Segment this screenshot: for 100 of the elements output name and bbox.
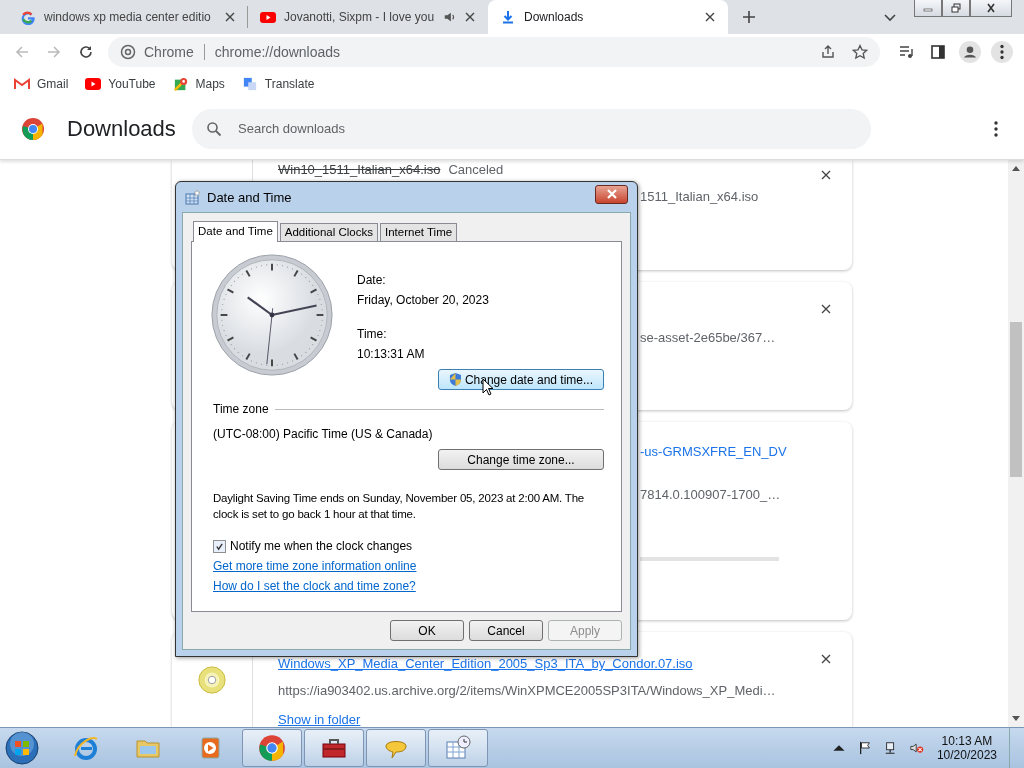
close-button[interactable] <box>595 184 628 204</box>
map-pin-icon <box>172 77 189 91</box>
more-icon[interactable] <box>994 120 998 137</box>
dialog-button[interactable]: Cancel <box>469 620 543 641</box>
speaker-icon[interactable] <box>443 10 457 24</box>
chrome-logo-icon <box>21 116 45 141</box>
date-label: Date: <box>357 273 387 287</box>
mail-icon <box>14 77 30 91</box>
help-link[interactable]: How do I set the clock and time zone? <box>213 579 416 593</box>
taskbar-app[interactable] <box>242 729 302 767</box>
scroll-thumb[interactable] <box>1010 322 1022 477</box>
star-icon[interactable] <box>852 44 868 60</box>
file-name: Win10_1511_Italian_x64.iso <box>278 162 441 177</box>
close-icon[interactable] <box>821 304 831 314</box>
help-link[interactable]: Get more time zone information online <box>213 559 417 573</box>
url-text: 1511_Italian_x64.iso <box>640 189 759 204</box>
media-icon[interactable] <box>898 44 914 60</box>
browser-e-icon <box>72 734 100 762</box>
bookmark-link[interactable]: YouTube <box>85 77 156 91</box>
reload-icon[interactable] <box>78 44 94 60</box>
restore-icon <box>950 3 962 13</box>
close-button[interactable] <box>970 0 1012 17</box>
site-label: Chrome <box>144 44 194 60</box>
url-text: 7814.0.100907-1700_… <box>640 487 781 502</box>
scroll-up-icon[interactable] <box>1012 166 1020 171</box>
dialog-tab[interactable]: Date and Time <box>193 221 278 242</box>
checkbox-label: Notify me when the clock changes <box>230 539 413 553</box>
translate-icon <box>241 77 258 91</box>
address-bar[interactable]: Chrome chrome://downloads <box>108 37 880 67</box>
chrome-icon <box>120 44 136 60</box>
search-bar[interactable]: Search downloads <box>192 108 871 149</box>
scrollbar[interactable] <box>1008 160 1024 727</box>
show-in-folder-link[interactable]: Show in folder <box>278 712 361 727</box>
taskbar-clock[interactable]: 10:13 AM 10/20/2023 <box>936 734 997 762</box>
page-title: Downloads <box>67 115 177 142</box>
close-icon[interactable] <box>821 170 831 180</box>
scroll-down-icon[interactable] <box>1012 716 1020 721</box>
file-link[interactable]: -us-GRMSXFRE_EN_DV <box>640 444 787 459</box>
start-button[interactable] <box>4 730 40 766</box>
close-icon[interactable] <box>465 12 475 22</box>
dialog-tab[interactable]: Internet Time <box>380 223 458 241</box>
url-text: chrome://downloads <box>214 44 341 60</box>
search-input[interactable]: Search downloads <box>236 120 857 137</box>
time-value: 10:13:31 AM <box>357 347 426 361</box>
close-icon[interactable] <box>225 12 235 22</box>
search-icon <box>206 120 222 137</box>
restore-button[interactable] <box>942 0 970 17</box>
minimize-button[interactable] <box>914 0 942 17</box>
disc-icon <box>197 664 227 695</box>
time-label: Time: <box>357 327 388 341</box>
file-link[interactable]: Windows_XP_Media_Center_Edition_2005_Sp3_ITA_by_Condor.07.iso <box>278 656 693 671</box>
url-text: se-asset-2e65be/367… <box>640 330 776 345</box>
google-icon <box>20 9 36 25</box>
tab-title: Downloads <box>524 10 585 24</box>
browser-tab[interactable]: windows xp media center editio <box>8 6 248 28</box>
bookmark-link[interactable]: Gmail <box>14 77 69 91</box>
chevron-icon[interactable] <box>884 14 896 22</box>
bookmark-link[interactable]: Translate <box>241 77 315 91</box>
close-icon[interactable] <box>821 654 831 664</box>
share-icon[interactable] <box>820 44 836 60</box>
change-time-zone-button[interactable]: Change time zone... <box>438 449 604 470</box>
network-icon[interactable] <box>883 741 898 755</box>
dialog-title: Date and Time <box>207 189 292 205</box>
profile-icon[interactable] <box>959 41 981 63</box>
clock-time: 10:13 AM <box>941 734 993 748</box>
download-icon <box>500 9 516 25</box>
close-icon <box>605 189 618 199</box>
checkbox[interactable] <box>213 539 226 553</box>
status-text: Canceled <box>448 162 504 177</box>
close-icon[interactable] <box>705 12 715 22</box>
calendar-clock-icon <box>444 734 472 762</box>
shield-icon <box>449 372 462 387</box>
new-tab-icon[interactable] <box>742 10 756 24</box>
clock-date: 10/20/2023 <box>936 748 997 762</box>
youtube-icon <box>260 9 276 25</box>
bookmark-label: Maps <box>195 77 225 91</box>
calendar-icon <box>185 189 201 205</box>
volume-muted-icon[interactable] <box>909 741 924 755</box>
change-date-time-button[interactable]: Change date and time... <box>438 369 604 390</box>
side-panel-icon[interactable] <box>930 44 946 60</box>
dialog-button[interactable]: OK <box>390 620 464 641</box>
browser-tab[interactable]: Downloads <box>488 0 728 34</box>
chrome-icon <box>258 734 286 762</box>
url-text: https://ia903402.us.archive.org/2/items/WinXPMCE2005SP3ITA/Windows_XP_Medi… <box>278 683 776 698</box>
close-icon <box>985 3 997 13</box>
tab-title: Jovanotti, Sixpm - I love you <box>284 10 435 24</box>
flag-icon[interactable] <box>857 741 872 755</box>
taskbar-app[interactable] <box>304 729 364 767</box>
bookmark-label: YouTube <box>108 77 156 91</box>
dialog-tab[interactable]: Additional Clocks <box>279 223 378 241</box>
bookmark-link[interactable]: Maps <box>172 77 225 91</box>
bookmark-label: Translate <box>264 77 315 91</box>
browser-tab[interactable]: Jovanotti, Sixpm - I love you <box>248 0 488 34</box>
tab-title: windows xp media center editio <box>44 10 212 24</box>
dst-note: Daylight Saving Time ends on Sunday, November 05, 2023 at 2:00 AM. The clock is set to go back 1 hour at that time. <box>213 491 586 522</box>
bookmark-label: Gmail <box>37 77 69 91</box>
menu-icon[interactable] <box>991 41 1013 63</box>
time-zone-heading: Time zone <box>213 402 269 416</box>
youtube-icon <box>85 77 102 91</box>
time-zone-text: (UTC-08:00) Pacific Time (US & Canada) <box>213 427 434 441</box>
